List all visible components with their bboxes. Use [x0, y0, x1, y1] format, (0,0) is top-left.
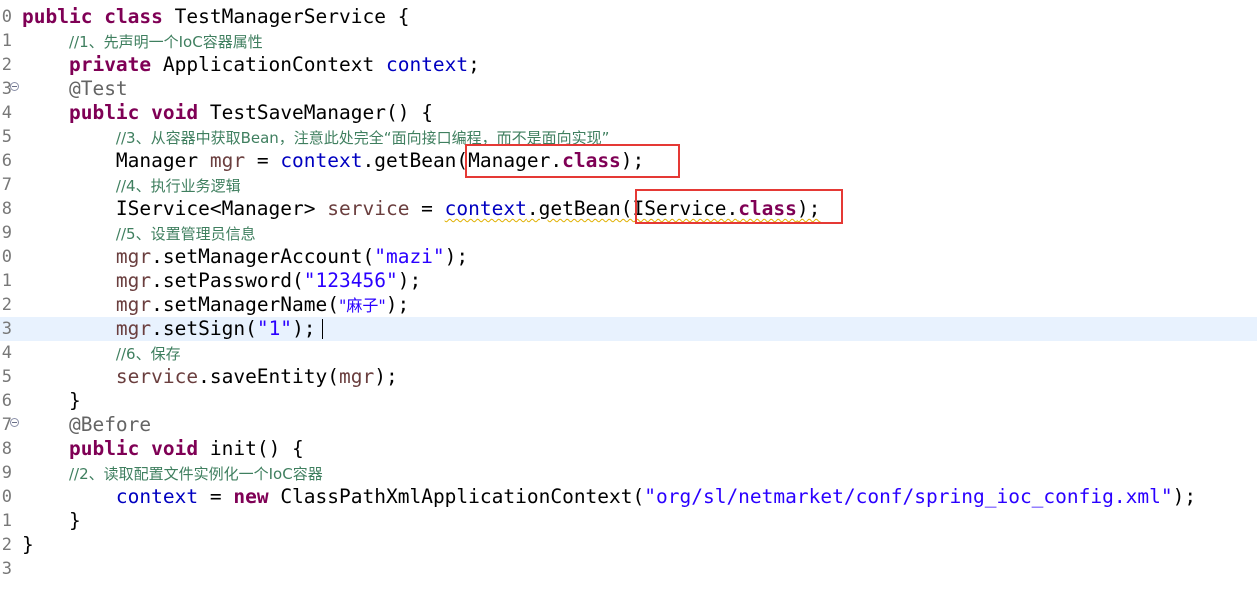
keyword: void: [151, 437, 199, 460]
highlight-box-iservice-class: [635, 189, 843, 224]
local-variable: mgr: [209, 149, 246, 172]
annotation: @Test: [68, 77, 128, 100]
string-literal: "1": [256, 317, 293, 340]
keyword: class: [104, 5, 163, 28]
text-caret: [322, 319, 323, 339]
code-line[interactable]: 2 mgr.setManagerName("麻子");: [0, 293, 1257, 317]
line-number: 6: [1, 151, 12, 171]
code-line[interactable]: 9 //2、读取配置文件实例化一个IoC容器: [0, 461, 1257, 485]
string-literal: "org/sl/netmarket/conf/spring_ioc_config…: [644, 485, 1173, 508]
local-variable: mgr: [115, 269, 152, 292]
keyword: public: [68, 101, 140, 124]
keyword: void: [151, 101, 199, 124]
comment: //5、设置管理员信息: [115, 225, 256, 243]
line-number: 3: [1, 559, 12, 579]
fold-toggle-icon[interactable]: [10, 418, 19, 427]
comment: //2、读取配置文件实例化一个IoC容器: [68, 465, 323, 483]
comment: //6、保存: [115, 345, 181, 363]
code-line[interactable]: 2 private ApplicationContext context;: [0, 53, 1257, 77]
fold-toggle-icon[interactable]: [10, 82, 19, 91]
line-number: 1: [1, 271, 12, 291]
code-line[interactable]: 0 public class TestManagerService {: [0, 5, 1257, 29]
code-line[interactable]: 1 }: [0, 509, 1257, 533]
local-variable: mgr: [339, 365, 375, 388]
method-declaration: init() {: [198, 437, 304, 460]
line-number: 1: [1, 511, 12, 531]
code-line[interactable]: 6 }: [0, 389, 1257, 413]
code-line[interactable]: 2 }: [0, 533, 1257, 557]
line-number: 5: [1, 127, 12, 147]
field-name: context: [280, 149, 363, 172]
code-line[interactable]: 1 //1、先声明一个IoC容器属性: [0, 29, 1257, 53]
highlight-box-manager-class: [465, 144, 680, 178]
string-literal: "mazi": [374, 245, 445, 268]
comment: //4、执行业务逻辑: [115, 177, 241, 195]
local-variable: mgr: [115, 293, 152, 316]
code-line[interactable]: 4 public void TestSaveManager() {: [0, 101, 1257, 125]
code-line[interactable]: 4 //6、保存: [0, 341, 1257, 365]
local-variable: mgr: [115, 317, 152, 340]
code-line[interactable]: 7 @Before: [0, 413, 1257, 437]
keyword: private: [68, 53, 152, 76]
local-variable: service: [327, 197, 410, 220]
line-number: 8: [1, 439, 12, 459]
string-literal: "123456": [303, 269, 398, 292]
line-number: 1: [1, 31, 12, 51]
line-number: 2: [1, 535, 12, 555]
line-number: 5: [1, 367, 12, 387]
local-variable: mgr: [115, 245, 152, 268]
field-name-warning: context: [444, 197, 527, 220]
comment: //1、先声明一个IoC容器属性: [68, 33, 263, 51]
line-number: 0: [1, 487, 12, 507]
line-number: 2: [1, 295, 12, 315]
code-line[interactable]: 3: [0, 557, 1257, 581]
class-declaration: TestManagerService {: [162, 5, 410, 28]
line-number: 0: [1, 247, 12, 267]
keyword: public: [22, 5, 93, 28]
line-number: 2: [1, 55, 12, 75]
line-number: 3: [1, 319, 12, 339]
method-declaration: TestSaveManager() {: [198, 101, 433, 124]
code-line[interactable]: 5 service.saveEntity(mgr);: [0, 365, 1257, 389]
line-number: 6: [1, 391, 12, 411]
code-line[interactable]: 3 @Test: [0, 77, 1257, 101]
line-number: 9: [1, 223, 12, 243]
code-line[interactable]: 8 IService<Manager> service = context.ge…: [0, 197, 1257, 221]
code-line[interactable]: 8 public void init() {: [0, 437, 1257, 461]
line-number: 8: [1, 199, 12, 219]
code-line[interactable]: 0 context = new ClassPathXmlApplicationC…: [0, 485, 1257, 509]
java-code-editor[interactable]: 0 public class TestManagerService { 1 //…: [0, 0, 1257, 597]
string-literal: "麻子": [339, 296, 386, 315]
code-line[interactable]: 0 mgr.setManagerAccount("mazi");: [0, 245, 1257, 269]
line-number: 7: [1, 175, 12, 195]
line-number: 0: [1, 7, 12, 27]
line-number: 4: [1, 103, 12, 123]
code-line[interactable]: 9 //5、设置管理员信息: [0, 221, 1257, 245]
keyword: new: [233, 485, 269, 508]
local-variable: service: [115, 365, 199, 388]
current-code-line[interactable]: 3 mgr.setSign("1");: [0, 317, 1257, 341]
line-number: 9: [1, 463, 12, 483]
code-line[interactable]: 1 mgr.setPassword("123456");: [0, 269, 1257, 293]
field-name: context: [115, 485, 199, 508]
field-name: context: [385, 53, 469, 76]
annotation: @Before: [68, 413, 152, 436]
keyword: public: [68, 437, 140, 460]
line-number: 4: [1, 343, 12, 363]
